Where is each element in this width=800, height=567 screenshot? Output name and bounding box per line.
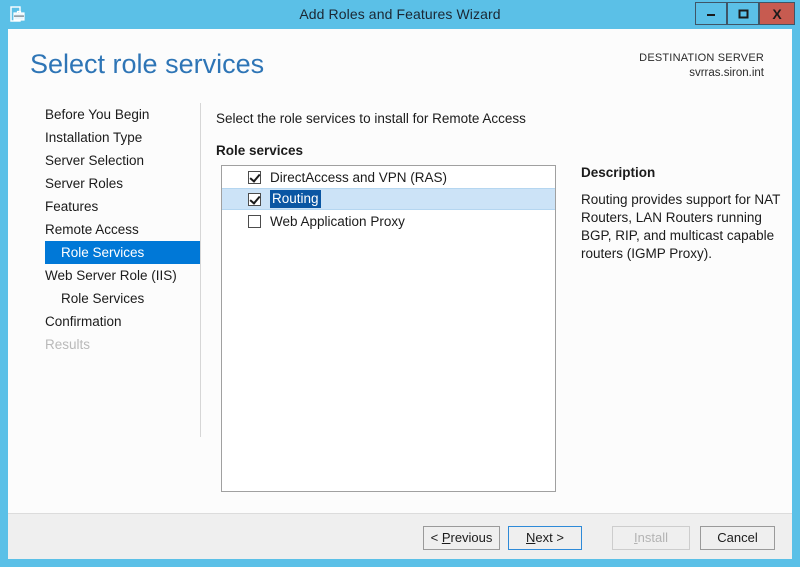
page-title: Select role services <box>30 49 265 79</box>
sidebar-item-installation-type[interactable]: Installation Type <box>8 126 200 149</box>
role-service-label: Web Application Proxy <box>270 213 405 229</box>
destination-server-label: DESTINATION SERVER <box>639 52 764 64</box>
role-service-label: DirectAccess and VPN (RAS) <box>270 169 448 185</box>
role-service-row[interactable]: Web Application Proxy <box>222 210 555 232</box>
sidebar-item-server-roles[interactable]: Server Roles <box>8 172 200 195</box>
main-panel: Select the role services to install for … <box>201 103 792 513</box>
install-button: Install <box>612 526 690 550</box>
destination-server-name: svrras.siron.int <box>689 67 764 79</box>
sidebar-item-before-you-begin[interactable]: Before You Begin <box>8 103 200 126</box>
window-title: Add Roles and Features Wizard <box>299 6 501 22</box>
sidebar-item-role-services[interactable]: Role Services <box>45 241 200 264</box>
sidebar-item-results: Results <box>45 337 91 352</box>
description-title: Description <box>581 165 656 180</box>
sidebar-item-confirmation[interactable]: Confirmation <box>8 310 200 333</box>
page-header: Select role services DESTINATION SERVER … <box>8 29 792 103</box>
instruction-text: Select the role services to install for … <box>216 111 526 126</box>
previous-button[interactable]: < Previous <box>423 526 500 550</box>
role-services-label: Role services <box>216 143 304 158</box>
checkbox-checked-icon[interactable] <box>248 192 261 206</box>
wizard-window: Add Roles and Features Wizard X Select r… <box>0 0 800 567</box>
checkbox-checked-icon[interactable] <box>248 170 261 184</box>
sidebar-item-features[interactable]: Features <box>8 195 200 218</box>
sidebar-item-web-server-role-iis[interactable]: Web Server Role (IIS) <box>8 264 200 287</box>
minimize-icon[interactable] <box>695 2 727 25</box>
description-panel: Description Routing provides support for… <box>581 165 781 263</box>
sidebar-item-role-services[interactable]: Role Services <box>8 287 200 310</box>
close-icon[interactable]: X <box>759 2 795 25</box>
close-glyph: X <box>772 6 782 22</box>
destination-server-block: DESTINATION SERVER svrras.siron.int <box>639 51 764 81</box>
title-bar[interactable]: Add Roles and Features Wizard X <box>0 0 800 29</box>
wizard-client-area: Select role services DESTINATION SERVER … <box>8 29 792 559</box>
maximize-icon[interactable] <box>727 2 759 25</box>
next-button[interactable]: Next > <box>508 526 582 550</box>
checkbox-unchecked-icon[interactable] <box>248 214 261 228</box>
sidebar-item-server-selection[interactable]: Server Selection <box>8 149 200 172</box>
role-service-row[interactable]: Routing <box>222 188 555 210</box>
wizard-navigation-sidebar: Before You Begin Installation Type Server … <box>8 103 200 513</box>
sidebar-item-remote-access[interactable]: Remote Access <box>8 218 200 241</box>
role-services-listbox[interactable]: DirectAccess and VPN (RAS) Routing Web App… <box>221 165 556 492</box>
wizard-footer: < Previous Next > Install Cancel <box>8 514 792 559</box>
role-service-label: Routing <box>270 190 321 208</box>
description-body: Routing provides support for NAT Routers… <box>581 192 781 261</box>
role-service-row[interactable]: DirectAccess and VPN (RAS) <box>222 166 555 188</box>
cancel-button[interactable]: Cancel <box>700 526 775 550</box>
